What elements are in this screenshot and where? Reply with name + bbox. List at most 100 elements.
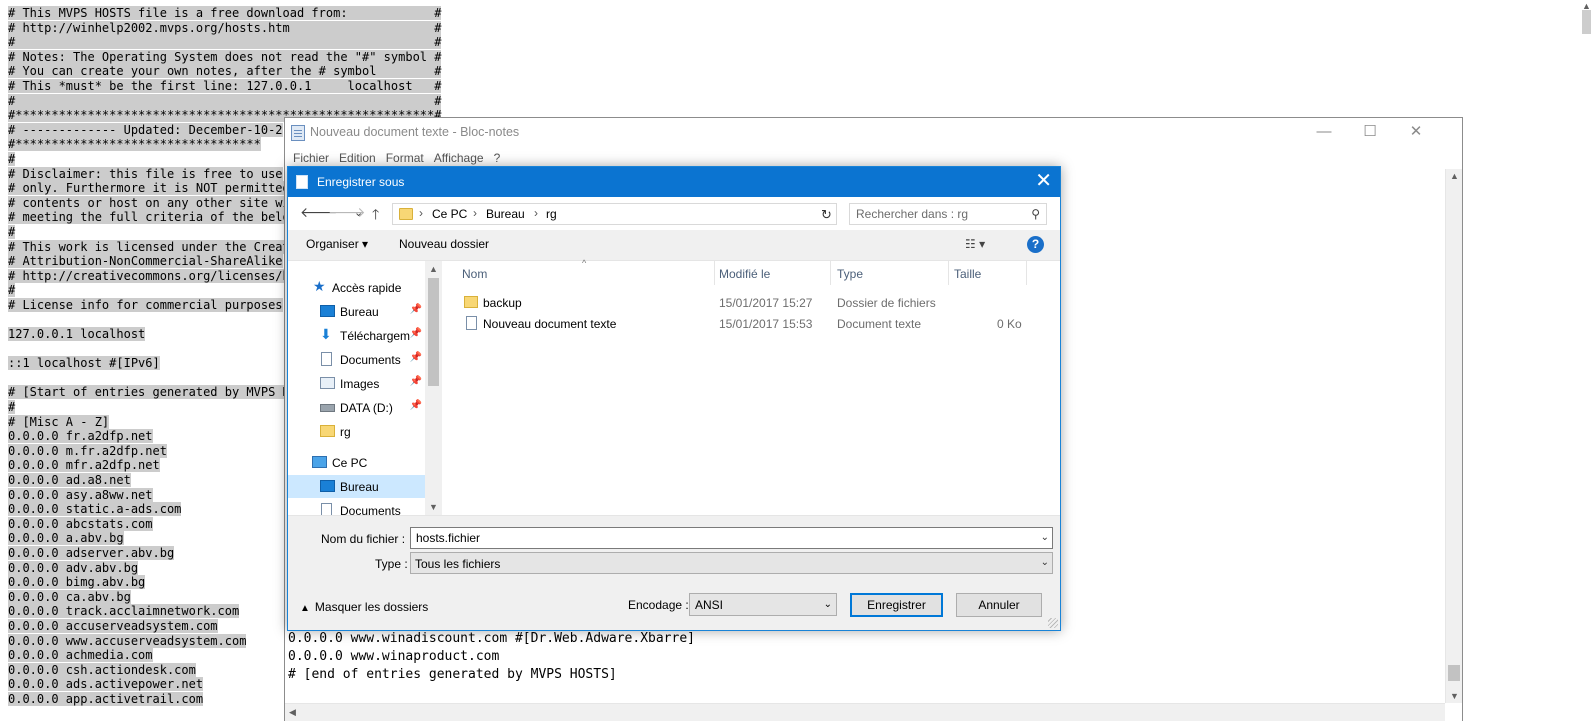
- chevron-down-icon[interactable]: ⌄: [1041, 557, 1049, 568]
- save-button[interactable]: Enregistrer: [850, 593, 943, 617]
- column-header-size[interactable]: Taille: [954, 267, 981, 281]
- scroll-thumb[interactable]: [1448, 665, 1460, 681]
- close-button[interactable]: ✕: [1393, 118, 1439, 147]
- encoding-label: Encodage :: [628, 598, 689, 612]
- selected-text: 0.0.0.0 accuserveadsystem.com: [8, 618, 218, 633]
- nav-item-quick-access[interactable]: ★ Accès rapide: [288, 276, 425, 299]
- scroll-down-arrow-icon[interactable]: ▼: [1450, 691, 1459, 701]
- navigation-pane-scrollbar[interactable]: ▲ ▼: [425, 261, 442, 515]
- background-text-line: # #: [8, 35, 445, 50]
- column-header-type[interactable]: Type: [837, 267, 863, 281]
- resize-grip-icon[interactable]: [1048, 618, 1058, 628]
- selected-text: # Attribution-NonCommercial-ShareAlike: [8, 254, 283, 269]
- address-row: 🡐 🡒 ⌄ 🡑 › Ce PC › Bureau › rg ⌄ ↻ ⚲: [288, 197, 1060, 230]
- scroll-down-arrow-icon[interactable]: ▼: [429, 502, 438, 512]
- background-text-line: # #: [8, 93, 445, 109]
- dialog-titlebar[interactable]: Enregistrer sous ✕: [288, 167, 1060, 197]
- search-icon[interactable]: ⚲: [1031, 207, 1040, 221]
- navigation-pane[interactable]: ★ Accès rapide Bureau 📌 ⬇ Téléchargement…: [288, 261, 425, 515]
- selected-text: # You can create your own notes, after t…: [8, 64, 442, 79]
- notepad-horizontal-scrollbar[interactable]: ◀: [285, 703, 1445, 721]
- background-vertical-scrollbar[interactable]: ▲: [1578, 0, 1595, 721]
- nav-item-bureau[interactable]: Bureau 📌: [288, 300, 425, 323]
- nav-item-documents-pc[interactable]: Documents: [288, 499, 425, 515]
- search-box[interactable]: ⚲: [849, 203, 1047, 225]
- selected-text: # License info for commercial purposes: [8, 297, 283, 312]
- nav-item-downloads[interactable]: ⬇ Téléchargements 📌: [288, 324, 425, 347]
- notepad-titlebar[interactable]: Nouveau document texte - Bloc-notes — ☐ …: [285, 118, 1462, 149]
- breadcrumb-rg[interactable]: rg: [546, 207, 557, 221]
- new-folder-button[interactable]: Nouveau dossier: [399, 237, 489, 251]
- column-divider[interactable]: [714, 261, 715, 285]
- selected-text: 0.0.0.0 achmedia.com: [8, 648, 153, 663]
- scroll-up-arrow-icon[interactable]: ▲: [429, 264, 438, 274]
- selected-text: # #: [8, 93, 442, 108]
- selected-text: 0.0.0.0 app.activetrail.com: [8, 691, 204, 706]
- breadcrumb-bureau[interactable]: Bureau: [486, 207, 525, 221]
- nav-item-images[interactable]: Images 📌: [288, 372, 425, 395]
- image-icon: [320, 377, 335, 389]
- filename-input[interactable]: [411, 528, 1021, 548]
- text-line: 0.0.0.0 www.winadiscount.com #[Dr.Web.Ad…: [288, 631, 695, 646]
- selected-text: # meeting the full criteria of the belo: [8, 210, 290, 225]
- nav-item-label: Bureau: [340, 480, 379, 494]
- chevron-down-icon[interactable]: ⌄: [1041, 532, 1049, 543]
- nav-item-ce-pc[interactable]: Ce PC: [288, 451, 425, 474]
- chevron-right-icon[interactable]: ›: [419, 206, 423, 220]
- file-row-backup[interactable]: backup 15/01/2017 15:27 Dossier de fichi…: [442, 292, 1060, 313]
- scroll-thumb[interactable]: [428, 278, 439, 386]
- pin-icon: 📌: [409, 328, 422, 339]
- cancel-button[interactable]: Annuler: [956, 593, 1042, 617]
- column-divider[interactable]: [948, 261, 949, 285]
- notepad-vertical-scrollbar[interactable]: ▲ ▼: [1445, 169, 1462, 703]
- selected-text: 0.0.0.0 fr.a2dfp.net: [8, 429, 153, 444]
- breadcrumb-ce-pc[interactable]: Ce PC: [432, 207, 467, 221]
- desktop-icon: [320, 305, 335, 317]
- dialog-close-button[interactable]: ✕: [1035, 170, 1052, 192]
- nav-item-label: Téléchargements: [340, 329, 410, 343]
- notepad-title: Nouveau document texte - Bloc-notes: [310, 125, 520, 139]
- column-header-modified[interactable]: Modifié le: [719, 267, 770, 281]
- column-headers: ^ Nom Modifié le Type Taille: [442, 258, 1060, 285]
- minimize-button[interactable]: —: [1301, 118, 1347, 147]
- scroll-left-arrow-icon[interactable]: ◀: [289, 707, 296, 718]
- up-arrow-icon[interactable]: 🡑: [372, 204, 379, 228]
- encoding-select[interactable]: ANSI ⌄: [689, 593, 837, 616]
- scroll-up-arrow-icon[interactable]: ▲: [1450, 171, 1459, 181]
- nav-item-documents[interactable]: Documents 📌: [288, 348, 425, 371]
- filename-combobox[interactable]: ⌄: [410, 527, 1053, 549]
- column-header-name[interactable]: Nom: [462, 267, 487, 281]
- selected-text: 0.0.0.0 ad.a8.net: [8, 473, 131, 487]
- nav-item-bureau-selected[interactable]: Bureau: [288, 475, 425, 498]
- nav-item-label: Accès rapide: [332, 281, 402, 295]
- organize-button[interactable]: Organiser ▾: [306, 237, 368, 251]
- nav-item-rg[interactable]: rg: [288, 420, 425, 443]
- maximize-button[interactable]: ☐: [1347, 118, 1393, 147]
- selected-text: 0.0.0.0 www.accuserveadsystem.com: [8, 633, 247, 648]
- recent-locations-chevron-icon[interactable]: ⌄: [354, 206, 363, 219]
- nav-item-label: Images: [340, 377, 380, 391]
- column-divider[interactable]: [830, 261, 831, 285]
- selected-text: #: [8, 283, 16, 298]
- drive-icon: [320, 404, 335, 412]
- scroll-thumb[interactable]: [1582, 10, 1591, 34]
- column-divider[interactable]: [1026, 261, 1027, 285]
- search-input[interactable]: [850, 204, 1020, 224]
- nav-item-label: Bureau: [340, 305, 379, 319]
- address-bar[interactable]: › Ce PC › Bureau › rg ⌄: [392, 203, 835, 225]
- selected-text: # http://winhelp2002.mvps.org/hosts.htm …: [8, 20, 442, 35]
- refresh-button[interactable]: ↻: [817, 203, 837, 225]
- selected-text: # [Start of entries generated by MVPS H: [8, 385, 290, 400]
- file-list[interactable]: ^ Nom Modifié le Type Taille backup 15/0…: [442, 258, 1060, 515]
- file-row-nouveau-document[interactable]: Nouveau document texte 15/01/2017 15:53 …: [442, 313, 1060, 334]
- hide-folders-toggle[interactable]: ▲ Masquer les dossiers: [300, 600, 428, 614]
- chevron-right-icon[interactable]: ›: [534, 206, 538, 220]
- sort-ascending-icon: ^: [582, 258, 587, 268]
- chevron-down-icon[interactable]: ⌄: [824, 599, 832, 610]
- text-file-icon: [466, 316, 477, 330]
- help-icon[interactable]: ?: [1027, 236, 1044, 253]
- chevron-right-icon[interactable]: ›: [473, 206, 477, 220]
- change-view-button[interactable]: ☷ ▾: [965, 237, 985, 251]
- file-type-select[interactable]: Tous les fichiers ⌄: [410, 552, 1053, 574]
- nav-item-data-drive[interactable]: DATA (D:) 📌: [288, 396, 425, 419]
